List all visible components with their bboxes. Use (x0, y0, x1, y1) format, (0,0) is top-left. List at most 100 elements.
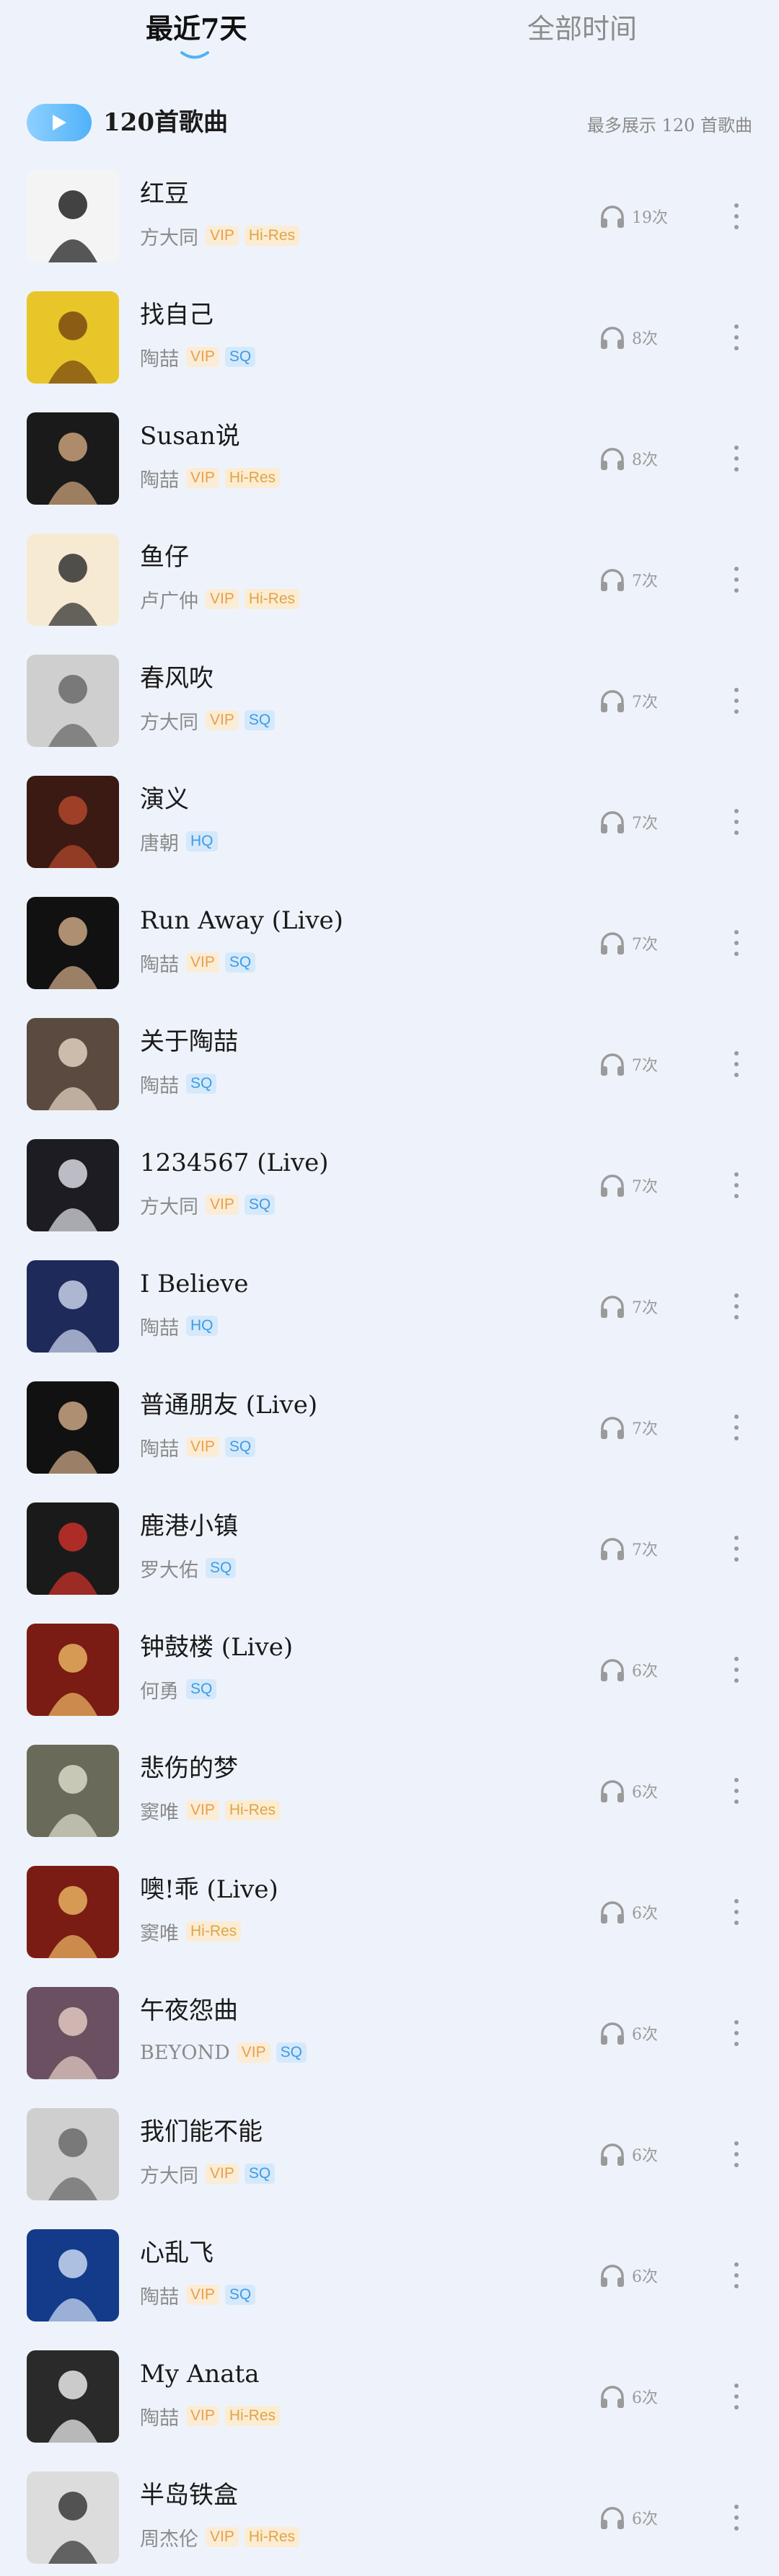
album-cover-art (27, 2108, 119, 2200)
song-row[interactable]: My Anata 陶喆 VIP Hi-Res 6次 (0, 2345, 779, 2466)
album-cover[interactable] (27, 534, 119, 626)
song-meta: 方大同 VIP SQ (140, 1192, 281, 1218)
album-cover[interactable] (27, 2350, 119, 2443)
album-cover[interactable] (27, 1260, 119, 1353)
headphone-icon (601, 1659, 624, 1681)
album-cover[interactable] (27, 1624, 119, 1716)
more-options-icon[interactable] (726, 320, 747, 355)
headphone-icon (601, 2386, 624, 2408)
album-cover[interactable] (27, 1987, 119, 2079)
song-title: Susan说 (140, 422, 240, 451)
song-row[interactable]: 心乱飞 陶喆 VIP SQ 6次 (0, 2223, 779, 2345)
more-options-icon[interactable] (726, 926, 747, 960)
artist-name: 陶喆 (140, 2407, 179, 2430)
more-options-icon[interactable] (726, 2016, 747, 2050)
play-count-label: 6次 (632, 1663, 658, 1681)
headphone-icon (601, 2022, 624, 2045)
song-title: 噢!乖 (Live) (140, 1875, 278, 1904)
album-cover[interactable] (27, 1866, 119, 1958)
headphone-icon (601, 932, 624, 955)
album-cover[interactable] (27, 1018, 119, 1110)
more-options-icon[interactable] (726, 2500, 747, 2535)
album-cover[interactable] (27, 170, 119, 262)
album-cover[interactable] (27, 2108, 119, 2200)
quality-badge-hires: Hi-Res (186, 1921, 242, 1942)
more-options-icon[interactable] (726, 2137, 747, 2172)
artist-name: 陶喆 (140, 469, 179, 492)
album-cover[interactable] (27, 655, 119, 747)
more-options-icon[interactable] (726, 1531, 747, 1566)
song-title: 找自己 (140, 301, 214, 329)
album-cover[interactable] (27, 1502, 119, 1595)
song-row[interactable]: 鱼仔 卢广仲 VIP Hi-Res 7次 (0, 528, 779, 649)
song-row[interactable]: 演义 唐朝 HQ 7次 (0, 770, 779, 891)
song-meta: 陶喆 VIP SQ (140, 345, 261, 371)
song-row[interactable]: 找自己陶喆 VIP SQ 8次 (0, 286, 779, 407)
song-row[interactable]: I Believe 陶喆 HQ 7次 (0, 1254, 779, 1376)
album-cover[interactable] (27, 1139, 119, 1231)
quality-badge-sq: SQ (224, 1437, 256, 1457)
artist-name: 陶喆 (140, 953, 179, 976)
song-meta: 周杰伦 VIP Hi-Res (140, 2525, 305, 2551)
quality-badge-hq: HQ (186, 1316, 218, 1336)
album-cover[interactable] (27, 2471, 119, 2564)
play-all-button[interactable] (27, 104, 92, 141)
tab-all-time[interactable]: 全部时间 (527, 10, 637, 48)
more-options-icon[interactable] (726, 1410, 747, 1445)
album-cover[interactable] (27, 776, 119, 868)
song-row[interactable]: 午夜怨曲 BEYOND VIP SQ 6次 (0, 1981, 779, 2102)
song-title: 1234567 (Live) (140, 1148, 329, 1177)
more-options-icon[interactable] (726, 805, 747, 839)
album-cover[interactable] (27, 1381, 119, 1474)
song-title: 红豆 (140, 180, 189, 208)
song-row[interactable]: 噢!乖 (Live) 窦唯 Hi-Res 6次 (0, 1860, 779, 1981)
more-options-icon[interactable] (726, 2258, 747, 2293)
play-count-label: 6次 (632, 1784, 658, 1802)
play-count-label: 7次 (632, 1541, 658, 1559)
song-row[interactable]: 春风吹 方大同 VIP SQ 7次 (0, 649, 779, 770)
album-cover-art (27, 1018, 119, 1110)
play-count-label: 6次 (632, 2510, 658, 2528)
song-row[interactable]: 钟鼓楼 (Live) 何勇 SQ 6次 (0, 1618, 779, 1739)
max-songs-note: 最多展示 120 首歌曲 (586, 115, 752, 136)
song-row[interactable]: Run Away (Live) 陶喆 VIP SQ 7次 (0, 891, 779, 1012)
song-row[interactable]: Susan说 陶喆 VIP Hi-Res 8次 (0, 407, 779, 528)
song-row[interactable]: 我们能不能 方大同 VIP SQ 6次 (0, 2102, 779, 2223)
more-options-icon[interactable] (726, 1289, 747, 1324)
song-row[interactable]: 普通朋友 (Live) 陶喆 VIP SQ 7次 (0, 1376, 779, 1497)
more-options-icon[interactable] (726, 2379, 747, 2414)
quality-badge-hires: Hi-Res (244, 226, 300, 246)
song-row[interactable]: 半岛铁盒 周杰伦 VIP Hi-Res 6次 (0, 2466, 779, 2576)
more-options-icon[interactable] (726, 1895, 747, 1929)
play-count: 7次 (599, 1413, 658, 1442)
album-cover[interactable] (27, 2229, 119, 2322)
song-title: My Anata (140, 2360, 260, 2389)
more-options-icon[interactable] (726, 199, 747, 234)
quality-badge-hires: Hi-Res (224, 468, 281, 488)
more-options-icon[interactable] (726, 1168, 747, 1203)
more-options-icon[interactable] (726, 1047, 747, 1081)
artist-name: 何勇 (140, 1680, 179, 1703)
song-row[interactable]: 1234567 (Live) 方大同 VIP SQ 7次 (0, 1133, 779, 1254)
tab-recent-7-days[interactable]: 最近7天 (146, 10, 247, 48)
song-row[interactable]: 关于陶喆 陶喆 SQ 7次 (0, 1012, 779, 1133)
more-options-icon[interactable] (726, 1774, 747, 1808)
song-row[interactable]: 红豆 方大同 VIP Hi-Res 19次 (0, 164, 779, 286)
more-options-icon[interactable] (726, 1652, 747, 1687)
song-meta: 窦唯 Hi-Res (140, 1919, 247, 1945)
song-title: 心乱飞 (140, 2239, 214, 2267)
play-count-label: 7次 (632, 936, 658, 954)
album-cover[interactable] (27, 897, 119, 989)
quality-badge-sq: SQ (224, 952, 256, 973)
more-options-icon[interactable] (726, 441, 747, 476)
more-options-icon[interactable] (726, 683, 747, 718)
album-cover[interactable] (27, 1745, 119, 1837)
headphone-icon (601, 1901, 624, 1924)
play-count-label: 8次 (632, 330, 658, 348)
more-options-icon[interactable] (726, 562, 747, 597)
song-row[interactable]: 悲伤的梦 窦唯 VIP Hi-Res 6次 (0, 1739, 779, 1860)
headphone-icon (601, 2507, 624, 2529)
album-cover[interactable] (27, 291, 119, 384)
album-cover[interactable] (27, 412, 119, 505)
song-row[interactable]: 鹿港小镇 罗大佑 SQ 7次 (0, 1497, 779, 1618)
